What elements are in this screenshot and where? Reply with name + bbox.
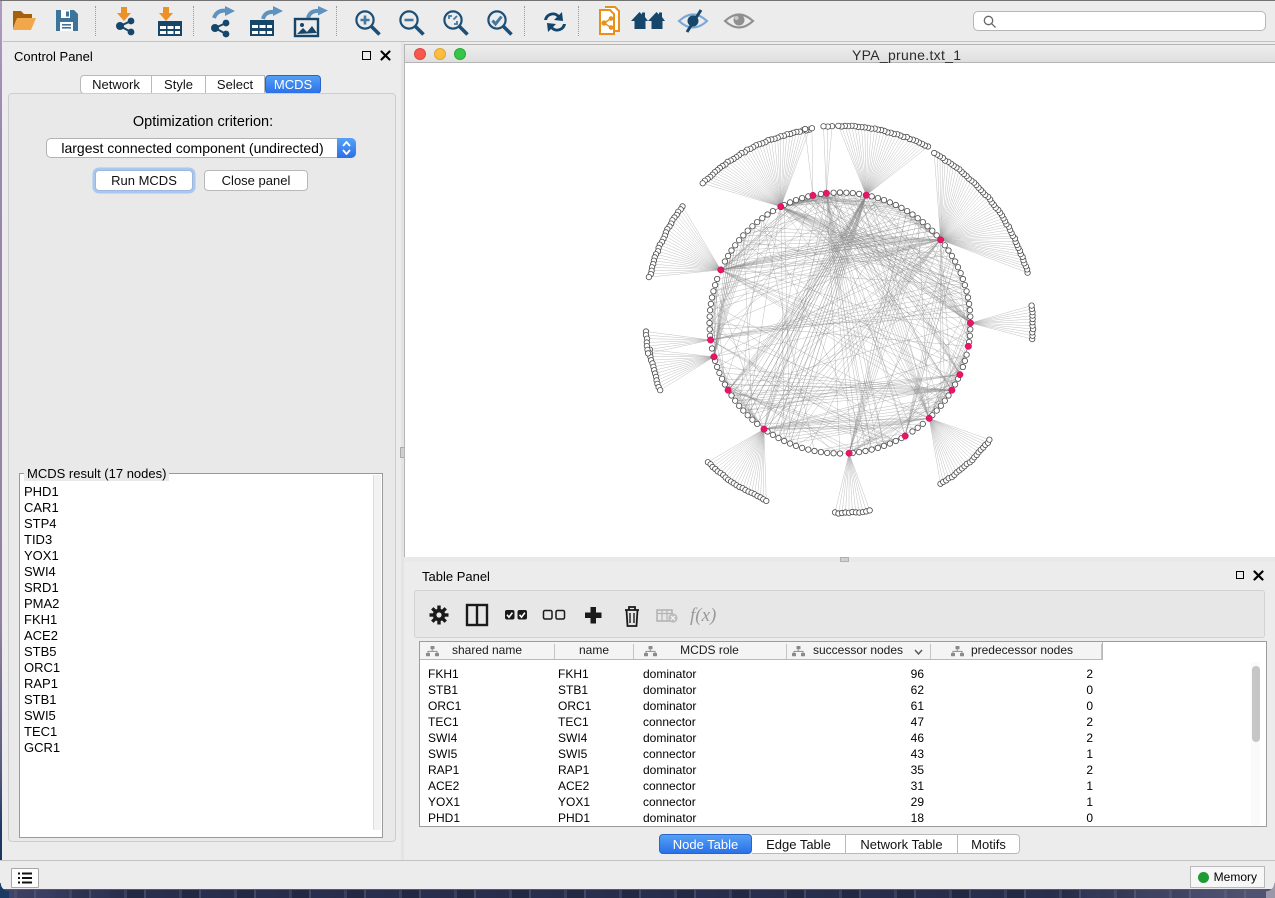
svg-text:f(x): f(x) — [690, 605, 716, 626]
